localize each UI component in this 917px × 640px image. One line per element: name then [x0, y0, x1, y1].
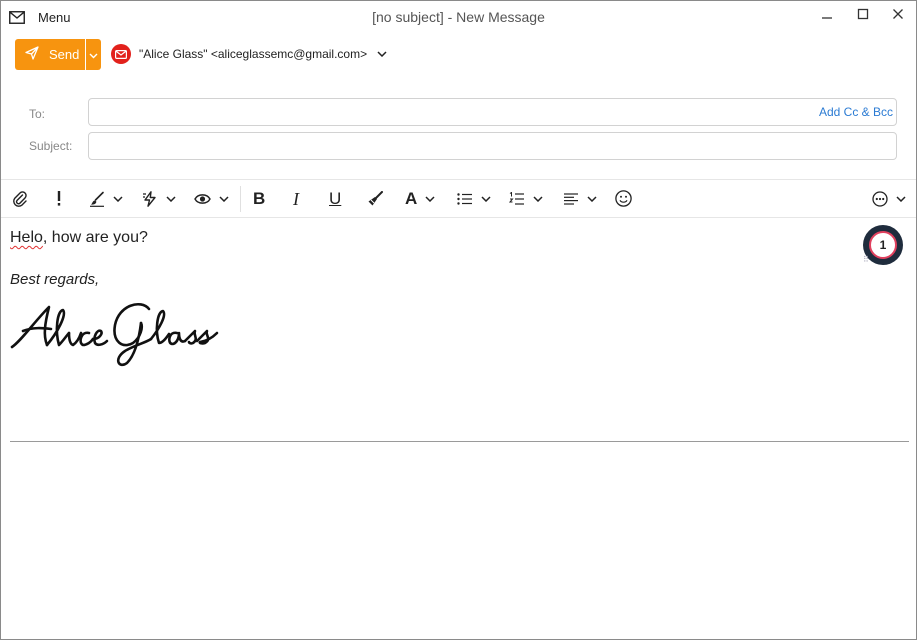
clear-format-button[interactable] [367, 180, 383, 217]
send-group: Send [15, 39, 101, 70]
chevron-down-icon [113, 195, 123, 202]
badge-count: 1 [869, 231, 897, 259]
clear-format-icon [367, 190, 383, 207]
align-button[interactable] [563, 180, 597, 217]
maximize-button[interactable] [850, 5, 876, 27]
send-button[interactable]: Send [15, 39, 85, 70]
title-bar: Menu [no subject] - New Message [1, 1, 916, 33]
chevron-down-icon [377, 51, 387, 57]
more-icon [872, 190, 888, 207]
minimize-icon [821, 7, 833, 25]
toolbar-divider [240, 186, 241, 212]
chevron-down-icon [533, 195, 543, 202]
quick-action-button[interactable] [142, 180, 176, 217]
chevron-down-icon [896, 195, 906, 202]
notification-badge[interactable]: 1 ⠿ [863, 225, 903, 265]
signature-image [10, 303, 219, 367]
greeting-rest: , how are you? [42, 229, 148, 246]
priority-icon [57, 191, 61, 206]
subject-label: Subject: [29, 139, 73, 153]
minimize-button[interactable] [814, 5, 840, 27]
more-options-button[interactable] [872, 180, 906, 217]
add-cc-bcc-link[interactable]: Add Cc & Bcc [819, 105, 893, 119]
numbered-list-icon [509, 191, 525, 206]
bullet-list-icon [457, 192, 473, 205]
bullet-list-button[interactable] [457, 180, 491, 217]
send-label: Send [49, 47, 80, 62]
italic-button[interactable]: I [293, 180, 299, 217]
window-title: [no subject] - New Message [372, 9, 545, 25]
emoji-icon [615, 190, 632, 207]
send-icon [25, 46, 39, 63]
underline-icon: U [329, 189, 342, 208]
drag-handle-icon[interactable]: ⠿ [863, 255, 869, 264]
subject-field[interactable] [88, 132, 897, 160]
to-label: To: [29, 107, 46, 121]
to-field[interactable]: Add Cc & Bcc [88, 98, 897, 126]
compose-window: Menu [no subject] - New Message Send "Al… [0, 0, 917, 640]
closing-line: Best regards, [10, 271, 100, 288]
chevron-down-icon [89, 46, 98, 64]
from-address: "Alice Glass" <aliceglassemc@gmail.com> [139, 47, 368, 61]
chevron-down-icon [587, 195, 597, 202]
style-button[interactable] [89, 180, 123, 217]
signature-divider [10, 441, 909, 442]
message-body-editor[interactable]: Helo, how are you? Best regards, [1, 219, 916, 639]
emoji-button[interactable] [615, 180, 632, 217]
underline-button[interactable]: U [329, 180, 341, 217]
send-options-button[interactable] [85, 39, 101, 70]
style-icon [89, 191, 105, 207]
chevron-down-icon [481, 195, 491, 202]
numbered-list-button[interactable] [509, 180, 543, 217]
chevron-down-icon [166, 195, 176, 202]
account-mail-icon [111, 44, 131, 64]
chevron-down-icon [425, 195, 435, 202]
font-icon: A [405, 189, 418, 208]
align-icon [563, 192, 579, 205]
formatting-toolbar: B I U A [1, 179, 916, 218]
font-button[interactable]: A [405, 180, 435, 217]
chevron-down-icon [219, 195, 229, 202]
priority-button[interactable] [57, 180, 61, 217]
maximize-icon [857, 7, 869, 25]
bold-button[interactable]: B [253, 180, 265, 217]
close-icon [892, 7, 904, 25]
greeting-line: Helo, how are you? [10, 229, 148, 247]
preview-icon [194, 193, 211, 205]
attach-button[interactable] [13, 180, 27, 217]
quick-action-icon [142, 190, 158, 207]
attach-icon [13, 190, 27, 207]
misspelled-word: Helo [10, 229, 43, 246]
close-button[interactable] [885, 5, 911, 27]
preview-button[interactable] [194, 180, 229, 217]
bold-icon: B [253, 189, 266, 208]
italic-icon: I [293, 188, 299, 209]
from-selector[interactable]: "Alice Glass" <aliceglassemc@gmail.com> [111, 44, 387, 64]
